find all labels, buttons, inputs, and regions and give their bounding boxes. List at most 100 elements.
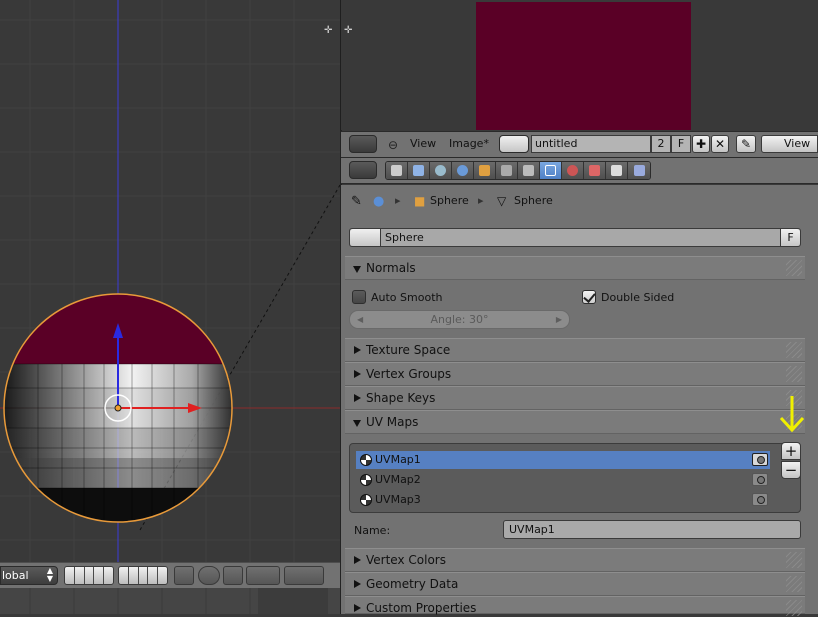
panel-grip-icon[interactable] — [786, 576, 802, 592]
timeline-area — [0, 588, 340, 614]
panel-collapsed-icon — [354, 580, 361, 588]
mesh-fake-user-button[interactable]: F — [780, 229, 800, 246]
decrement-arrow-icon[interactable]: ◀ — [357, 311, 363, 328]
uv-map-icon — [360, 474, 372, 486]
uv-map-icon — [360, 454, 372, 466]
modifiers-tab-icon[interactable] — [518, 162, 540, 179]
remove-uv-map-button[interactable]: − — [781, 461, 801, 479]
panel-texture-space[interactable]: Texture Space — [345, 338, 805, 362]
area-split-handle[interactable]: ✛ — [324, 26, 340, 36]
transform-orientation-select[interactable]: lobal ▲ ▼ — [0, 566, 58, 585]
breadcrumb-separator-icon: ▸ — [478, 194, 484, 207]
render-camera-icon[interactable] — [284, 566, 324, 585]
panel-title: Vertex Groups — [366, 367, 452, 381]
mesh-browse-icon[interactable] — [350, 229, 381, 246]
uv-map-list[interactable]: UVMap1 UVMap2 UVMap3 — [349, 443, 801, 513]
uv-map-name: UVMap1 — [375, 453, 421, 466]
uv-map-item[interactable]: UVMap1 — [356, 451, 770, 469]
render-layers-tab-icon[interactable] — [408, 162, 430, 179]
snap-element-icon[interactable] — [246, 566, 280, 585]
angle-value: Angle: 30° — [430, 313, 489, 326]
panel-title: Texture Space — [366, 343, 451, 357]
image-users-count[interactable]: 2 — [651, 135, 671, 153]
collapse-menu-icon[interactable]: ⊖ — [388, 138, 398, 152]
double-sided-checkbox[interactable] — [582, 290, 596, 304]
panel-title: Geometry Data — [366, 577, 459, 591]
panel-expanded-icon — [353, 266, 361, 273]
image-preview — [476, 2, 691, 130]
panel-uv-maps[interactable]: UV Maps — [345, 410, 805, 434]
panel-collapsed-icon — [354, 370, 361, 378]
world-tab-icon[interactable] — [452, 162, 474, 179]
mesh-breadcrumb-icon: ▽ — [497, 194, 507, 208]
pin-context-icon[interactable]: ✎ — [351, 194, 362, 209]
active-render-camera-icon[interactable] — [752, 453, 768, 466]
object-breadcrumb-icon: ■ — [414, 194, 426, 208]
object-tab-icon[interactable] — [474, 162, 496, 179]
view-mode-label: View — [784, 137, 811, 150]
sphere-mesh[interactable] — [0, 0, 340, 562]
panel-title: Vertex Colors — [366, 553, 446, 567]
auto-smooth-checkbox[interactable] — [352, 290, 366, 304]
unlink-image-icon[interactable]: ✕ — [711, 135, 729, 153]
particles-tab-icon[interactable] — [606, 162, 628, 179]
panel-title: Normals — [366, 261, 416, 275]
uv-map-name: UVMap3 — [375, 493, 421, 506]
breadcrumb-object[interactable]: Sphere — [430, 194, 469, 207]
panel-custom-properties[interactable]: Custom Properties — [345, 596, 805, 616]
mesh-datablock-selector[interactable]: Sphere F — [349, 228, 801, 247]
uv-name-label: Name: — [354, 524, 391, 537]
editor-type-icon[interactable] — [349, 135, 377, 153]
new-image-icon[interactable]: ✚ — [692, 135, 710, 153]
uv-map-item[interactable]: UVMap3 — [356, 491, 768, 509]
panel-geometry-data[interactable]: Geometry Data — [345, 572, 805, 596]
panel-collapsed-icon — [354, 604, 361, 612]
scene-tab-icon[interactable] — [430, 162, 452, 179]
texture-tab-icon[interactable] — [584, 162, 606, 179]
uv-name-field[interactable]: UVMap1 — [503, 520, 801, 539]
add-uv-map-button[interactable]: + — [781, 442, 801, 460]
render-tab-icon[interactable] — [386, 162, 408, 179]
pin-icon[interactable]: ✎ — [736, 135, 756, 153]
layer-buttons-1[interactable] — [64, 566, 114, 585]
panel-grip-icon[interactable] — [786, 366, 802, 382]
orientation-label: lobal — [2, 569, 29, 582]
area-split-handle-right[interactable]: ✛ — [344, 26, 362, 36]
uv-map-item[interactable]: UVMap2 — [356, 471, 768, 489]
timeline-grid — [29, 588, 328, 614]
uv-map-name: UVMap2 — [375, 473, 421, 486]
layer-buttons-2[interactable] — [118, 566, 168, 585]
snap-magnet-icon[interactable] — [223, 566, 243, 585]
active-render-camera-icon[interactable] — [752, 493, 768, 506]
image-browse-icon[interactable] — [499, 135, 529, 153]
properties-editor-type-icon[interactable] — [349, 161, 377, 179]
mesh-data-tab-icon[interactable] — [540, 162, 562, 179]
pivot-point-icon[interactable] — [198, 566, 220, 585]
mesh-datablock-name[interactable]: Sphere — [385, 230, 424, 245]
panel-grip-icon[interactable] — [786, 260, 802, 276]
physics-tab-icon[interactable] — [628, 162, 650, 179]
panel-normals[interactable]: Normals — [345, 256, 805, 280]
panel-vertex-colors[interactable]: Vertex Colors — [345, 548, 805, 572]
select-arrows-icon: ▲ ▼ — [46, 566, 53, 583]
panel-grip-icon[interactable] — [786, 342, 802, 358]
auto-smooth-angle-slider[interactable]: ◀ Angle: 30° ▶ — [349, 310, 570, 329]
menu-view[interactable]: View — [410, 137, 436, 150]
menu-image[interactable]: Image* — [449, 137, 489, 150]
active-render-camera-icon[interactable] — [752, 473, 768, 486]
panel-shape-keys[interactable]: Shape Keys — [345, 386, 805, 410]
layers-lock-icon[interactable] — [174, 566, 194, 585]
increment-arrow-icon[interactable]: ▶ — [556, 311, 562, 328]
image-fake-user-button[interactable]: F — [671, 135, 691, 153]
view-mode-select[interactable]: View — [761, 135, 818, 153]
image-name-field[interactable]: untitled — [531, 135, 651, 153]
3d-viewport[interactable]: ✛ — [0, 0, 340, 562]
panel-vertex-groups[interactable]: Vertex Groups — [345, 362, 805, 386]
breadcrumb-mesh[interactable]: Sphere — [514, 194, 553, 207]
panel-grip-icon[interactable] — [786, 552, 802, 568]
auto-smooth-label: Auto Smooth — [371, 291, 443, 304]
material-tab-icon[interactable] — [562, 162, 584, 179]
constraints-tab-icon[interactable] — [496, 162, 518, 179]
panel-collapsed-icon — [354, 346, 361, 354]
panel-title: UV Maps — [366, 415, 419, 429]
